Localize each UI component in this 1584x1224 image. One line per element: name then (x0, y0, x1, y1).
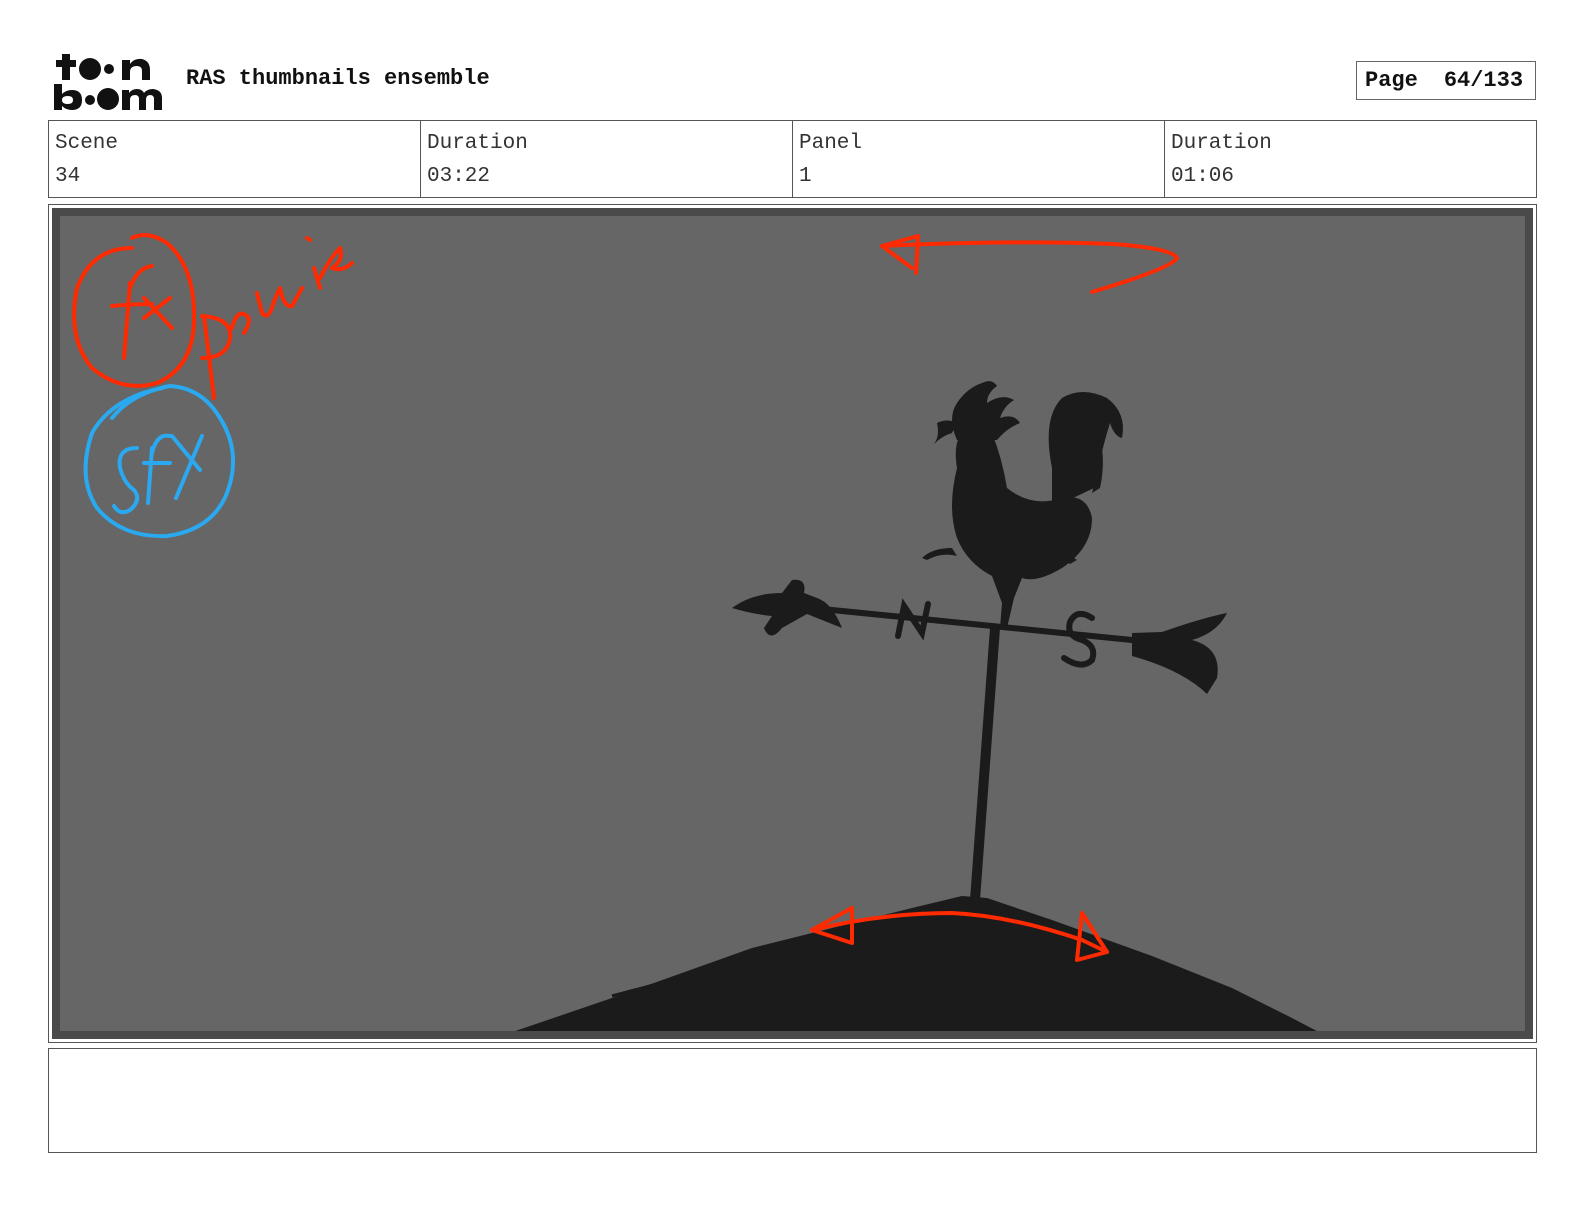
scene-duration-cell: Duration 03:22 (421, 121, 793, 197)
storyboard-drawing (72, 232, 1317, 1031)
page-label: Page (1365, 68, 1418, 93)
vane-pole (970, 628, 1000, 900)
panel-cell: Panel 1 (793, 121, 1165, 197)
page-indicator: Page 64/133 (1356, 61, 1536, 100)
blue-annotations (83, 384, 236, 539)
vane-arrow-tail (1132, 613, 1227, 694)
scene-info-table: Scene 34 Duration 03:22 Panel 1 Duration… (48, 120, 1537, 198)
pluie-text (200, 236, 354, 400)
fx-circle (72, 232, 197, 388)
panel-value: 1 (799, 165, 812, 188)
storyboard-panel-image (52, 208, 1533, 1039)
panel-duration-value: 01:06 (1171, 165, 1235, 188)
sfx-letters (112, 433, 204, 515)
top-arrow (880, 234, 1179, 294)
project-title: RAS thumbnails ensemble (186, 66, 490, 91)
vane-arrow-shaft (791, 603, 1153, 645)
panel-notes (48, 1048, 1537, 1153)
scene-label: Scene (55, 132, 119, 155)
scene-value: 34 (55, 165, 81, 188)
page-number: 64/133 (1443, 68, 1524, 93)
panel-label: Panel (799, 132, 863, 155)
vane-arrow-head (732, 579, 842, 636)
fx-letters (110, 264, 174, 360)
vane-letter-s (1061, 610, 1097, 668)
rooster-silhouette (922, 381, 1123, 628)
roof-silhouette (515, 896, 1317, 1031)
panel-duration-label: Duration (1171, 132, 1272, 155)
scene-cell: Scene 34 (49, 121, 421, 197)
scene-duration-label: Duration (427, 132, 528, 155)
vane-letter-n (895, 598, 931, 641)
panel-duration-cell: Duration 01:06 (1165, 121, 1536, 197)
scene-duration-value: 03:22 (427, 165, 491, 188)
toonboom-logo (54, 54, 162, 110)
